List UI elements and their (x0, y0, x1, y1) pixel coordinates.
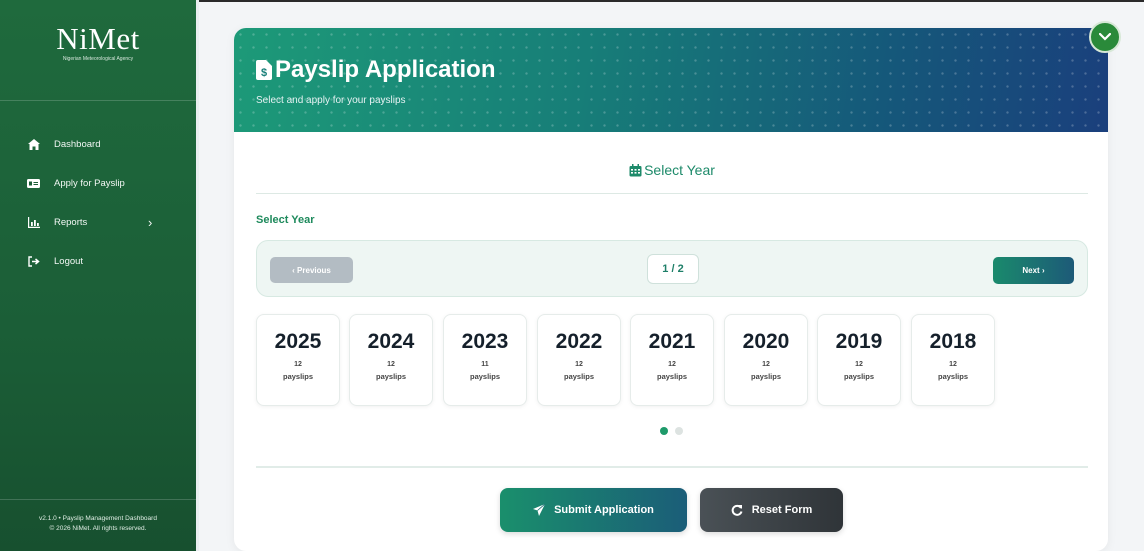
year-value: 2020 (742, 330, 790, 353)
sidebar-footer: v2.1.0 • Payslip Management Dashboard © … (0, 499, 196, 551)
home-icon (27, 138, 40, 151)
year-value: 2024 (367, 330, 415, 353)
collapse-toggle-button[interactable] (1089, 21, 1121, 53)
payslip-count: 12 (855, 361, 863, 368)
version-text: v2.1.0 • Payslip Management Dashboard (39, 515, 157, 522)
payslip-count: 12 (575, 361, 583, 368)
submit-label: Submit Application (554, 504, 654, 516)
next-button[interactable]: Next › (993, 257, 1074, 284)
payslip-count: 12 (668, 361, 676, 368)
section-title-text: Select Year (644, 162, 715, 178)
payslip-unit: payslips (282, 372, 313, 381)
sidebar-item-apply-for-payslip[interactable]: Apply for Payslip (0, 164, 196, 203)
previous-button[interactable]: ‹ Previous (270, 257, 353, 283)
sidebar-item-logout[interactable]: Logout (0, 242, 196, 281)
actions-divider (256, 466, 1088, 468)
sidebar: NiMet Nigerian Meteorological Agency Das… (0, 0, 199, 551)
logout-icon (27, 255, 40, 268)
sidebar-item-label: Reports (54, 217, 88, 228)
reset-label: Reset Form (751, 504, 813, 516)
payslip-unit: payslips (469, 372, 500, 381)
page-indicator: 1 / 2 (647, 254, 699, 284)
copyright-text: © 2026 NiMet. All rights reserved. (49, 525, 147, 532)
year-card-2018[interactable]: 2018 12 payslips (911, 314, 995, 406)
page-header: $ Payslip Application Select and apply f… (234, 28, 1108, 132)
year-card-2023[interactable]: 2023 11 payslips (443, 314, 527, 406)
refresh-icon (731, 504, 743, 516)
payslip-count: 12 (294, 361, 302, 368)
select-year-label: Select Year (256, 214, 315, 226)
payslip-unit: payslips (656, 372, 687, 381)
year-pager: ‹ Previous 1 / 2 Next › (256, 240, 1088, 297)
year-value: 2022 (555, 330, 603, 353)
brand-subtitle: Nigerian Meteorological Agency (62, 56, 134, 62)
payslip-icon: $ (256, 60, 272, 80)
year-card-2021[interactable]: 2021 12 payslips (630, 314, 714, 406)
page-subtitle: Select and apply for your payslips (256, 95, 406, 106)
reset-form-button[interactable]: Reset Form (700, 488, 843, 532)
year-card-2020[interactable]: 2020 12 payslips (724, 314, 808, 406)
chevron-right-icon: › (148, 215, 153, 230)
year-value: 2019 (835, 330, 883, 353)
pagination-dot-active[interactable] (660, 427, 668, 435)
chart-icon (27, 216, 40, 229)
sidebar-item-label: Apply for Payslip (54, 178, 125, 189)
calendar-icon (629, 163, 642, 176)
section-title: Select Year (256, 162, 1088, 178)
sidebar-item-label: Dashboard (54, 139, 101, 150)
year-card-2025[interactable]: 2025 12 payslips (256, 314, 340, 406)
payslip-unit: payslips (563, 372, 594, 381)
payslip-unit: payslips (937, 372, 968, 381)
year-card-2022[interactable]: 2022 12 payslips (537, 314, 621, 406)
year-value: 2018 (929, 330, 977, 353)
payslip-count: 12 (387, 361, 395, 368)
pagination-dot[interactable] (675, 427, 683, 435)
sidebar-item-reports[interactable]: Reports › (0, 203, 196, 242)
payslip-unit: payslips (375, 372, 406, 381)
payslip-count: 11 (481, 361, 489, 368)
brand-logo: NiMet Nigerian Meteorological Agency (0, 0, 196, 101)
svg-text:$: $ (261, 67, 267, 79)
sidebar-nav: Dashboard Apply for Payslip Reports › Lo… (0, 101, 196, 281)
page-title-text: Payslip Application (275, 56, 496, 83)
year-card-2024[interactable]: 2024 12 payslips (349, 314, 433, 406)
year-value: 2025 (274, 330, 322, 353)
top-border (199, 0, 1144, 2)
year-value: 2021 (648, 330, 696, 353)
brand-name: NiMet (56, 21, 140, 56)
payslip-unit: payslips (750, 372, 781, 381)
payslip-unit: payslips (843, 372, 874, 381)
id-card-icon (27, 177, 40, 190)
page-title: $ Payslip Application (256, 56, 496, 84)
section-divider (256, 193, 1088, 194)
sidebar-item-label: Logout (54, 256, 84, 267)
sidebar-item-dashboard[interactable]: Dashboard (0, 125, 196, 164)
year-card-2019[interactable]: 2019 12 payslips (817, 314, 901, 406)
payslip-count: 12 (949, 361, 957, 368)
send-icon (533, 504, 546, 516)
year-value: 2023 (461, 330, 509, 353)
submit-application-button[interactable]: Submit Application (500, 488, 687, 532)
payslip-count: 12 (762, 361, 770, 368)
chevron-down-icon (1099, 33, 1111, 41)
